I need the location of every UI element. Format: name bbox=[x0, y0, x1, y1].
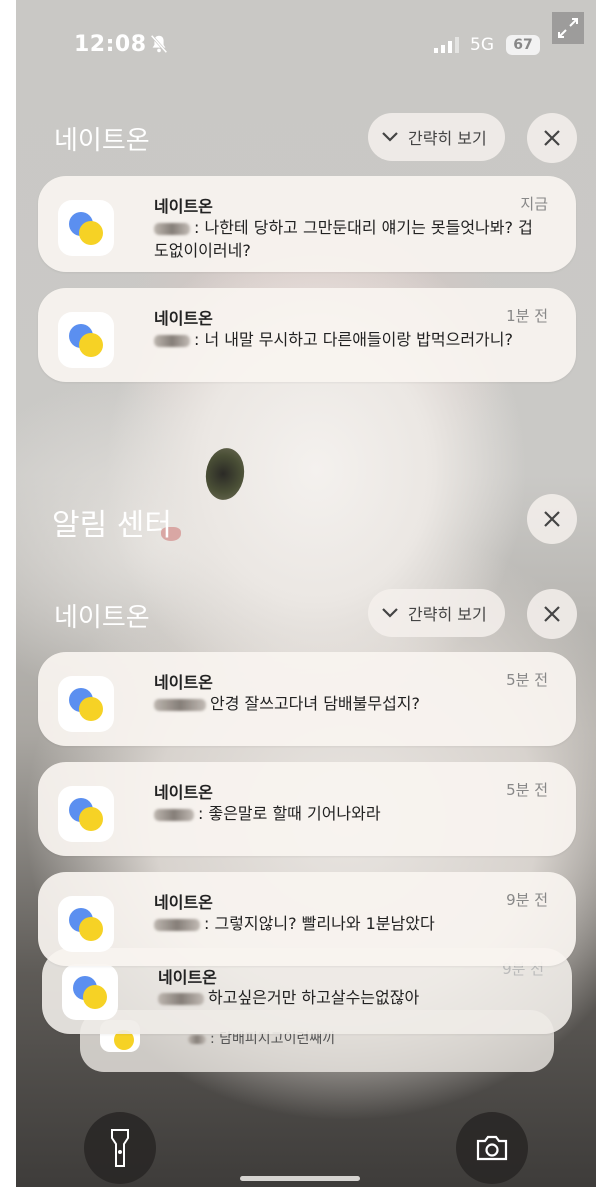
group-app-label: 네이트온 bbox=[54, 603, 150, 633]
blurred-sender bbox=[154, 698, 206, 711]
status-bar: 12:08 5G 67 bbox=[16, 0, 596, 90]
notification-time: 9분 전 bbox=[506, 891, 548, 909]
network-type: 5G bbox=[470, 35, 494, 55]
notification-card[interactable]: 네이트온 1분 전 : 너 내말 무시하고 다른애들이랑 밥먹으러가니? bbox=[38, 288, 576, 382]
group-close-button[interactable] bbox=[527, 113, 577, 163]
notification-app-name: 네이트온 bbox=[154, 893, 213, 912]
show-less-button[interactable]: 간략히 보기 bbox=[368, 113, 505, 161]
notification-time: 1분 전 bbox=[506, 307, 548, 325]
notification-time: 지금 bbox=[520, 195, 548, 213]
flashlight-icon bbox=[111, 1129, 129, 1167]
notification-app-name: 네이트온 bbox=[154, 673, 213, 692]
notification-message: : 좋은말로 할때 기어나와라 bbox=[198, 804, 381, 823]
nateon-app-icon bbox=[58, 786, 114, 842]
notification-message-row: 하고싶은거만 하고살수는없잖아 bbox=[158, 986, 536, 1009]
blurred-sender bbox=[188, 1034, 206, 1044]
show-less-label: 간략히 보기 bbox=[408, 605, 487, 624]
chevron-down-icon bbox=[382, 132, 398, 142]
camera-button[interactable] bbox=[456, 1112, 528, 1184]
nateon-app-icon bbox=[58, 896, 114, 952]
blurred-sender bbox=[154, 918, 200, 931]
notification-time: 5분 전 bbox=[506, 781, 548, 799]
close-icon bbox=[544, 511, 560, 527]
blurred-sender bbox=[158, 992, 204, 1005]
notification-card[interactable]: 네이트온 5분 전 : 좋은말로 할때 기어나와라 bbox=[38, 762, 576, 856]
clock: 12:08 bbox=[74, 32, 147, 57]
notification-message: 안경 잘쓰고다녀 담배불무섭지? bbox=[210, 694, 421, 713]
notification-message: : 그렇지않니? 빨리나와 1분남았다 bbox=[204, 914, 435, 933]
mute-bell-icon bbox=[150, 34, 168, 54]
notification-message: : 너 내말 무시하고 다른애들이랑 밥먹으러가니? bbox=[194, 330, 513, 349]
expand-icon[interactable] bbox=[552, 12, 584, 44]
notification-card[interactable]: 네이트온 9분 전 : 그렇지않니? 빨리나와 1분남았다 bbox=[38, 872, 576, 966]
notification-center-title: 알림 센터 bbox=[52, 508, 172, 543]
chevron-down-icon bbox=[382, 608, 398, 618]
flashlight-button[interactable] bbox=[84, 1112, 156, 1184]
close-icon bbox=[544, 130, 560, 146]
notification-message-row: : 너 내말 무시하고 다른애들이랑 밥먹으러가니? bbox=[154, 328, 540, 351]
notification-app-name: 네이트온 bbox=[154, 783, 213, 802]
lock-screen: 12:08 5G 67 네이트온 간략히 보기 네이트온 지금 : 나한테 당하… bbox=[16, 0, 596, 1187]
notification-app-name: 네이트온 bbox=[154, 197, 213, 216]
notification-center-close-button[interactable] bbox=[527, 494, 577, 544]
show-less-label: 간략히 보기 bbox=[408, 129, 487, 148]
group-close-button[interactable] bbox=[527, 589, 577, 639]
home-indicator[interactable] bbox=[240, 1176, 360, 1181]
camera-icon bbox=[476, 1135, 508, 1161]
blurred-sender bbox=[154, 222, 190, 235]
notification-app-name: 네이트온 bbox=[154, 309, 213, 328]
nateon-app-icon bbox=[58, 200, 114, 256]
wallpaper-cat-eye bbox=[202, 445, 248, 503]
notification-message: : 나한테 당하고 그만둔대리 얘기는 못들엇나봐? 겁도없이이러네? bbox=[154, 218, 533, 260]
notification-message-row: : 나한테 당하고 그만둔대리 얘기는 못들엇나봐? 겁도없이이러네? bbox=[154, 216, 540, 262]
notification-card[interactable]: 네이트온 지금 : 나한테 당하고 그만둔대리 얘기는 못들엇나봐? 겁도없이이… bbox=[38, 176, 576, 272]
blurred-sender bbox=[154, 334, 190, 347]
blurred-sender bbox=[154, 808, 194, 821]
close-icon bbox=[544, 606, 560, 622]
notification-app-name: 네이트온 bbox=[158, 968, 217, 987]
nateon-app-icon bbox=[58, 312, 114, 368]
nateon-app-icon bbox=[58, 676, 114, 732]
notification-message-row: : 좋은말로 할때 기어나와라 bbox=[154, 802, 540, 825]
notification-message-row: : 그렇지않니? 빨리나와 1분남았다 bbox=[154, 912, 540, 935]
notification-card[interactable]: 네이트온 5분 전 안경 잘쓰고다녀 담배불무섭지? bbox=[38, 652, 576, 746]
show-less-button[interactable]: 간략히 보기 bbox=[368, 589, 505, 637]
signal-icon bbox=[434, 37, 459, 53]
notification-time: 5분 전 bbox=[506, 671, 548, 689]
battery-indicator: 67 bbox=[506, 35, 540, 55]
group-app-label: 네이트온 bbox=[54, 126, 150, 156]
notification-message: 하고싶은거만 하고살수는없잖아 bbox=[208, 988, 420, 1007]
nateon-app-icon bbox=[62, 964, 118, 1020]
notification-message-row: 안경 잘쓰고다녀 담배불무섭지? bbox=[154, 692, 540, 715]
